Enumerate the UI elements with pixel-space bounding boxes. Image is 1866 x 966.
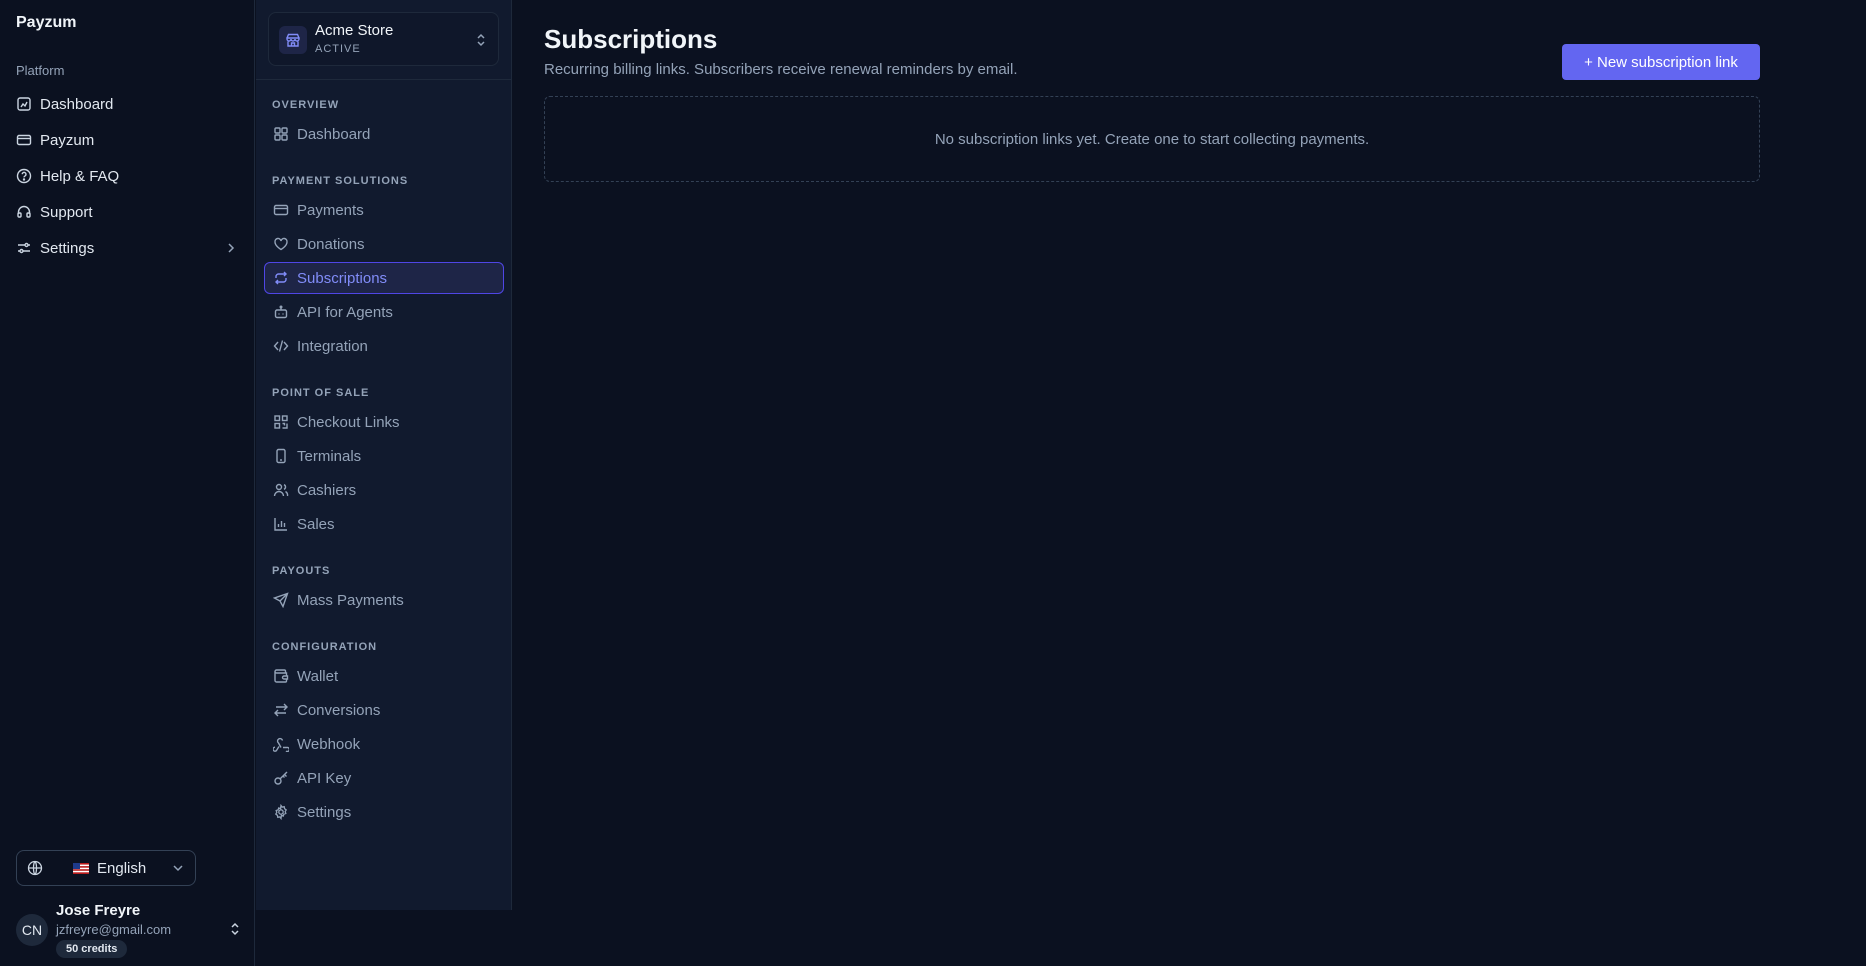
platform-section-label: Platform (16, 63, 65, 78)
heart-icon (273, 236, 289, 252)
brand-logo-text[interactable]: Payzum (16, 14, 76, 32)
store-nav-label: Subscriptions (297, 269, 388, 287)
bar-chart-icon (273, 516, 289, 532)
help-circle-icon (16, 168, 32, 184)
user-email: jzfreyre@gmail.com (56, 922, 172, 937)
store-nav-api-for-agents[interactable]: API for Agents (264, 296, 504, 328)
credits-badge: 50 credits (56, 940, 128, 958)
language-label: English (97, 859, 147, 877)
group-label-payouts: PAYOUTS (272, 565, 331, 577)
wallet-icon (273, 668, 289, 684)
store-nav-label: Cashiers (297, 481, 357, 499)
store-nav-webhook[interactable]: Webhook (264, 728, 504, 760)
platform-nav-payzum[interactable]: Payzum (8, 122, 248, 158)
page-title: Subscriptions (544, 24, 718, 54)
store-nav-label: Settings (297, 803, 352, 821)
chevron-right-icon (224, 241, 238, 255)
repeat-icon (273, 270, 289, 286)
store-nav-conversions[interactable]: Conversions (264, 694, 504, 726)
store-nav-label: Payments (297, 201, 364, 219)
store-switcher-area: Acme Store ACTIVE (256, 0, 511, 80)
store-nav-cashiers[interactable]: Cashiers (264, 474, 504, 506)
globe-icon (27, 860, 43, 876)
platform-nav-label: Help & FAQ (40, 167, 120, 185)
headset-icon (16, 204, 32, 220)
card-icon (273, 202, 289, 218)
store-status: ACTIVE (315, 43, 361, 55)
platform-nav-support[interactable]: Support (8, 194, 248, 230)
store-nav-donations[interactable]: Donations (264, 228, 504, 260)
users-icon (273, 482, 289, 498)
chevrons-up-down-icon (474, 33, 488, 47)
avatar: CN (16, 914, 48, 946)
platform-nav-help[interactable]: Help & FAQ (8, 158, 248, 194)
dashboard-icon (16, 96, 32, 112)
platform-sidebar: Payzum Platform Dashboard Payzum Help & … (0, 0, 255, 966)
gear-icon (273, 804, 289, 820)
store-icon (279, 26, 307, 54)
store-nav-payments[interactable]: Payments (264, 194, 504, 226)
store-switcher[interactable]: Acme Store ACTIVE (268, 12, 499, 66)
store-nav-integration[interactable]: Integration (264, 330, 504, 362)
empty-state-message: No subscription links yet. Create one to… (934, 130, 1370, 148)
store-nav-label: Mass Payments (297, 591, 404, 609)
store-nav-label: Wallet (297, 667, 339, 685)
language-selector[interactable]: English (16, 850, 196, 886)
platform-nav: Dashboard Payzum Help & FAQ Support Sett… (8, 86, 248, 266)
qr-code-icon (273, 414, 289, 430)
user-name: Jose Freyre (56, 902, 141, 919)
group-label-configuration: CONFIGURATION (272, 641, 378, 653)
store-nav-checkout-links[interactable]: Checkout Links (264, 406, 504, 438)
store-nav-label: API Key (297, 769, 352, 787)
arrows-left-right-icon (273, 702, 289, 718)
store-nav-label: Terminals (297, 447, 362, 465)
store-name: Acme Store (315, 22, 394, 39)
store-nav-wallet[interactable]: Wallet (264, 660, 504, 692)
bot-icon (273, 304, 289, 320)
platform-nav-label: Payzum (40, 131, 95, 149)
store-nav-label: Webhook (297, 735, 361, 753)
store-nav-label: Integration (297, 337, 368, 355)
key-icon (273, 770, 289, 786)
group-label-overview: OVERVIEW (272, 99, 340, 111)
store-nav-settings[interactable]: Settings (264, 796, 504, 828)
empty-state: No subscription links yet. Create one to… (544, 96, 1760, 182)
store-nav-label: Donations (297, 235, 365, 253)
store-nav-subscriptions[interactable]: Subscriptions (264, 262, 504, 294)
store-nav-dashboard[interactable]: Dashboard (264, 118, 504, 150)
code-icon (273, 338, 289, 354)
store-nav-label: Sales (297, 515, 335, 533)
platform-nav-label: Support (40, 203, 93, 221)
store-nav-label: Conversions (297, 701, 381, 719)
store-sidebar: Acme Store ACTIVE OVERVIEW Dashboard PAY… (256, 0, 512, 910)
store-nav-terminals[interactable]: Terminals (264, 440, 504, 472)
group-label-payment-solutions: PAYMENT SOLUTIONS (272, 175, 409, 187)
webhook-icon (273, 736, 289, 752)
chevron-down-icon (171, 861, 185, 875)
send-icon (273, 592, 289, 608)
store-nav-label: Checkout Links (297, 413, 400, 431)
card-icon (16, 132, 32, 148)
store-nav-label: API for Agents (297, 303, 393, 321)
group-label-point-of-sale: POINT OF SALE (272, 387, 370, 399)
store-nav-sales[interactable]: Sales (264, 508, 504, 540)
user-menu[interactable]: CN Jose Freyre jzfreyre@gmail.com 50 cre… (16, 900, 242, 958)
store-nav-mass-payments[interactable]: Mass Payments (264, 584, 504, 616)
store-nav-api-key[interactable]: API Key (264, 762, 504, 794)
store-nav-label: Dashboard (297, 125, 371, 143)
page-subtitle: Recurring billing links. Subscribers rec… (544, 61, 1018, 78)
grid-icon (273, 126, 289, 142)
platform-nav-settings[interactable]: Settings (8, 230, 248, 266)
platform-nav-label: Dashboard (40, 95, 114, 113)
platform-nav-dashboard[interactable]: Dashboard (8, 86, 248, 122)
chevrons-up-down-icon (228, 922, 242, 936)
store-nav: OVERVIEW Dashboard PAYMENT SOLUTIONS Pay… (264, 80, 504, 830)
platform-nav-label: Settings (40, 239, 95, 257)
new-subscription-link-button[interactable]: + New subscription link (1562, 44, 1760, 80)
smartphone-icon (273, 448, 289, 464)
sliders-icon (16, 240, 32, 256)
us-flag-icon (73, 862, 89, 874)
